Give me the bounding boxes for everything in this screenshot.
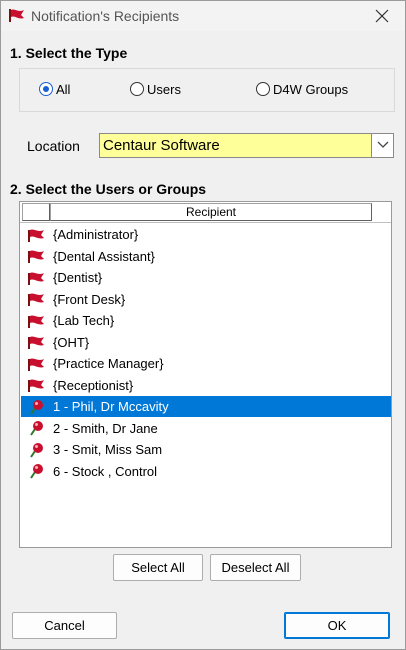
group-flag-icon [27, 377, 47, 393]
deselect-all-button[interactable]: Deselect All [210, 554, 301, 581]
radio-users[interactable]: Users [130, 81, 181, 97]
list-item-label: 6 - Stock , Control [53, 463, 158, 479]
location-dropdown-button[interactable] [371, 134, 393, 157]
list-item[interactable]: {Receptionist} [21, 375, 391, 396]
recipient-list[interactable]: Recipient {Administrator} {Dental Assista… [19, 201, 392, 548]
close-button[interactable] [359, 1, 405, 31]
radio-users-label: Users [147, 81, 181, 97]
list-item-label: 1 - Phil, Dr Mccavity [53, 399, 169, 414]
select-all-button[interactable]: Select All [113, 554, 203, 581]
list-item[interactable]: {Administrator} [21, 224, 391, 245]
list-item[interactable]: {Front Desk} [21, 289, 391, 310]
group-flag-icon [27, 356, 47, 372]
location-label: Location [27, 138, 80, 154]
list-item[interactable]: 2 - Smith, Dr Jane [21, 418, 391, 439]
list-item-label: {Front Desk} [53, 291, 126, 307]
list-item[interactable]: {Dental Assistant} [21, 246, 391, 267]
radio-all-label: All [56, 81, 71, 97]
list-item-label: {Receptionist} [53, 377, 134, 393]
cancel-button[interactable]: Cancel [12, 612, 117, 639]
list-item-label: {Practice Manager} [53, 356, 164, 371]
list-item-label: 2 - Smith, Dr Jane [53, 420, 158, 436]
list-header: Recipient [20, 202, 391, 223]
window-title: Notification's Recipients [31, 8, 180, 24]
group-flag-icon [27, 227, 47, 243]
app-flag-icon [8, 7, 26, 23]
list-item[interactable]: {Lab Tech} [21, 310, 391, 331]
dialog-window: Notification's Recipients 1. Select the … [0, 0, 406, 650]
group-flag-icon [27, 248, 47, 264]
location-combobox[interactable]: Centaur Software [99, 133, 394, 158]
radio-d4w-groups-circle[interactable] [256, 82, 270, 96]
section-users-label: 2. Select the Users or Groups [10, 181, 207, 197]
title-bar: Notification's Recipients [1, 1, 405, 31]
radio-all-circle[interactable] [39, 82, 53, 96]
list-item[interactable]: 6 - Stock , Control [21, 461, 391, 482]
list-item-label: {OHT} [53, 334, 90, 350]
list-item-label: 3 - Smit, Miss Sam [53, 442, 163, 457]
user-pin-icon [27, 399, 47, 415]
user-pin-icon [27, 463, 47, 479]
list-item-label: {Lab Tech} [53, 313, 115, 328]
header-icon-column[interactable] [22, 203, 50, 221]
list-item-label: {Dental Assistant} [53, 248, 155, 264]
radio-d4w-groups-label: D4W Groups [273, 81, 349, 97]
list-item[interactable]: {OHT} [21, 332, 391, 353]
list-item[interactable]: {Practice Manager} [21, 353, 391, 374]
group-flag-icon [27, 313, 47, 329]
ok-button[interactable]: OK [284, 612, 390, 639]
user-pin-icon [27, 420, 47, 436]
location-value: Centaur Software [103, 137, 220, 154]
radio-users-circle[interactable] [130, 82, 144, 96]
group-flag-icon [27, 270, 47, 286]
group-flag-icon [27, 291, 47, 307]
close-icon [375, 9, 389, 23]
user-pin-icon [27, 442, 47, 458]
list-item[interactable]: 1 - Phil, Dr Mccavity [21, 396, 391, 417]
radio-d4w-groups[interactable]: D4W Groups [256, 81, 348, 97]
list-item-label: {Dentist} [53, 270, 103, 285]
group-flag-icon [27, 334, 47, 350]
header-recipient-column[interactable]: Recipient [50, 203, 372, 221]
radio-all[interactable]: All [39, 81, 70, 97]
section-type-label: 1. Select the Type [10, 45, 128, 61]
list-item[interactable]: {Dentist} [21, 267, 391, 288]
list-item[interactable]: 3 - Smit, Miss Sam [21, 439, 391, 460]
list-item-label: {Administrator} [53, 227, 139, 242]
chevron-down-icon [377, 141, 389, 148]
